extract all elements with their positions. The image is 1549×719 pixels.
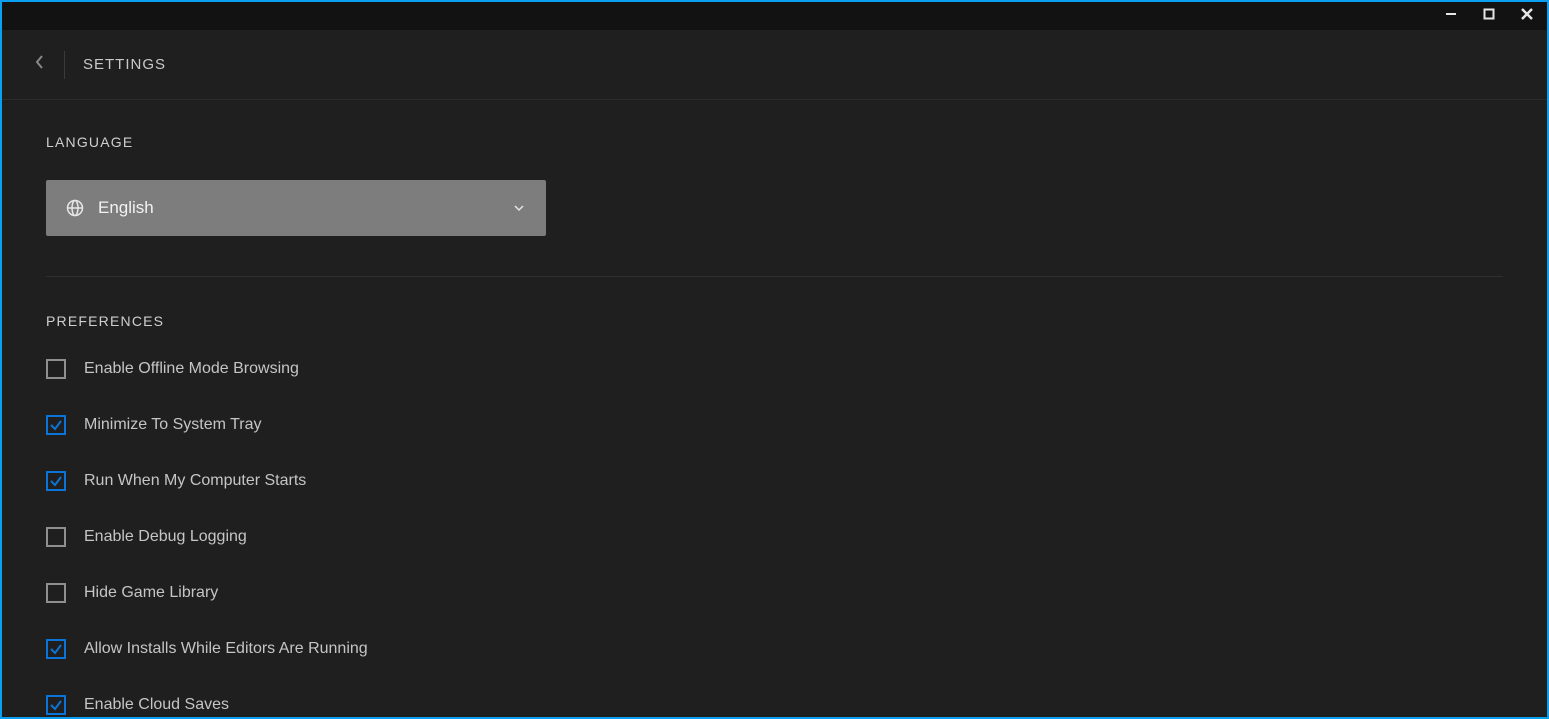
- minimize-button[interactable]: [1439, 4, 1463, 28]
- body-area: LANGUAGE English PREFERENCES Enable Offl…: [2, 100, 1547, 717]
- chevron-left-icon: [33, 53, 47, 76]
- checkbox[interactable]: [46, 415, 66, 435]
- pref-allow-installs-editors[interactable]: Allow Installs While Editors Are Running: [46, 639, 1503, 659]
- checkbox[interactable]: [46, 583, 66, 603]
- minimize-icon: [1445, 7, 1457, 25]
- checkbox[interactable]: [46, 359, 66, 379]
- checkbox[interactable]: [46, 639, 66, 659]
- close-icon: [1520, 7, 1534, 26]
- checkbox[interactable]: [46, 471, 66, 491]
- checkbox[interactable]: [46, 695, 66, 715]
- language-heading: LANGUAGE: [46, 134, 1503, 150]
- preferences-list: Enable Offline Mode Browsing Minimize To…: [46, 359, 1503, 717]
- back-button[interactable]: [26, 51, 54, 79]
- pref-label: Hide Game Library: [84, 584, 218, 602]
- maximize-icon: [1483, 7, 1495, 25]
- language-select[interactable]: English: [46, 180, 546, 236]
- content-scroll[interactable]: LANGUAGE English PREFERENCES Enable Offl…: [2, 100, 1547, 717]
- page-header: SETTINGS: [2, 30, 1547, 100]
- preferences-heading: PREFERENCES: [46, 313, 1503, 329]
- page-title: SETTINGS: [83, 56, 166, 73]
- pref-offline-browsing[interactable]: Enable Offline Mode Browsing: [46, 359, 1503, 379]
- language-value: English: [98, 198, 512, 218]
- section-divider: [46, 276, 1503, 277]
- pref-debug-logging[interactable]: Enable Debug Logging: [46, 527, 1503, 547]
- pref-minimize-tray[interactable]: Minimize To System Tray: [46, 415, 1503, 435]
- checkbox[interactable]: [46, 527, 66, 547]
- header-divider: [64, 51, 65, 79]
- title-bar: [2, 2, 1547, 30]
- pref-label: Enable Debug Logging: [84, 528, 247, 546]
- pref-label: Enable Cloud Saves: [84, 696, 229, 714]
- close-button[interactable]: [1515, 4, 1539, 28]
- pref-hide-game-library[interactable]: Hide Game Library: [46, 583, 1503, 603]
- app-window: SETTINGS LANGUAGE English PREFERENCES: [0, 0, 1549, 719]
- pref-label: Enable Offline Mode Browsing: [84, 360, 299, 378]
- pref-run-on-start[interactable]: Run When My Computer Starts: [46, 471, 1503, 491]
- pref-label: Run When My Computer Starts: [84, 472, 306, 490]
- pref-label: Allow Installs While Editors Are Running: [84, 640, 368, 658]
- maximize-button[interactable]: [1477, 4, 1501, 28]
- globe-icon: [66, 199, 84, 217]
- pref-label: Minimize To System Tray: [84, 416, 262, 434]
- chevron-down-icon: [512, 203, 526, 213]
- pref-cloud-saves[interactable]: Enable Cloud Saves: [46, 695, 1503, 715]
